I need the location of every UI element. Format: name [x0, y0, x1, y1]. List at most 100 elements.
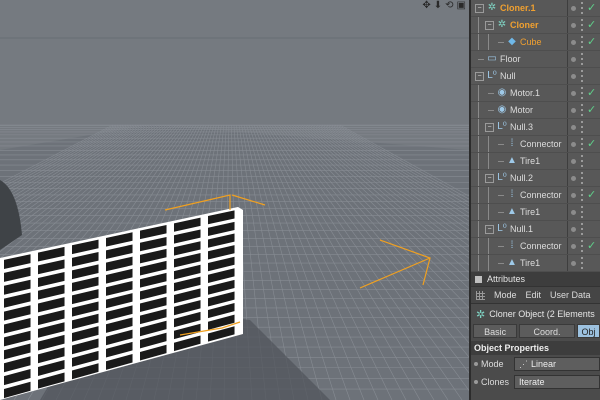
layer-dot-icon[interactable] — [571, 108, 576, 113]
tree-item[interactable]: ⁞ Connector ✓ — [471, 238, 600, 255]
rotate-icon[interactable]: ⟲ — [445, 0, 453, 12]
tree-line — [478, 119, 479, 135]
tree-item[interactable]: ▲ Tire1 — [471, 153, 600, 170]
visibility-dots-icon[interactable] — [581, 36, 583, 38]
column-separator — [567, 0, 568, 16]
tree-item[interactable]: − ✲ Cloner.1 ✓ — [471, 0, 600, 17]
linear-mode-icon: ⋰ — [519, 359, 528, 369]
tree-line — [488, 255, 489, 271]
keyframe-dot-icon[interactable] — [474, 362, 478, 366]
maximize-icon[interactable]: ▣ — [457, 0, 466, 12]
menu-edit[interactable]: Edit — [526, 290, 542, 300]
visibility-dots-icon[interactable] — [581, 70, 583, 72]
visibility-dots-icon[interactable] — [581, 53, 583, 55]
move-icon[interactable]: ✥ — [422, 0, 430, 12]
scene-canvas[interactable] — [0, 0, 469, 400]
visibility-dots-icon[interactable] — [581, 240, 583, 242]
3d-viewport[interactable]: ✥ ⬇ ⟲ ▣ — [0, 0, 469, 400]
menu-user-data[interactable]: User Data — [550, 290, 591, 300]
visibility-dots-icon[interactable] — [581, 138, 583, 140]
layer-dot-icon[interactable] — [571, 193, 576, 198]
tree-item[interactable]: ▲ Tire1 — [471, 204, 600, 221]
visibility-dots-icon[interactable] — [581, 223, 583, 225]
tree-item-label: Cloner.1 — [500, 3, 536, 13]
visibility-dots-icon[interactable] — [581, 121, 583, 123]
layer-dot-icon[interactable] — [571, 91, 576, 96]
collapse-icon[interactable]: − — [485, 21, 494, 30]
visibility-dots-icon[interactable] — [581, 104, 583, 106]
visibility-dots-icon[interactable] — [581, 2, 583, 4]
clones-dropdown[interactable]: Iterate — [514, 375, 600, 389]
layer-dot-icon[interactable] — [571, 159, 576, 164]
tree-item-label: Connector — [520, 139, 562, 149]
grid-menu-icon[interactable] — [476, 290, 485, 300]
collapse-icon[interactable]: − — [475, 72, 484, 81]
layer-dot-icon[interactable] — [571, 227, 576, 232]
layer-dot-icon[interactable] — [571, 142, 576, 147]
layer-dot-icon[interactable] — [571, 176, 576, 181]
tree-item[interactable]: ◆ Cube ✓ — [471, 34, 600, 51]
tab-coord[interactable]: Coord. — [519, 324, 575, 338]
tree-line — [478, 102, 479, 118]
enabled-check-icon[interactable]: ✓ — [587, 239, 596, 253]
attributes-panel: Attributes Mode Edit User Data ✲ Cloner … — [471, 272, 600, 400]
prop-row-mode: Mode ⋰ Linear — [471, 355, 600, 373]
collapse-icon[interactable]: − — [475, 4, 484, 13]
tree-item[interactable]: ▭ Floor — [471, 51, 600, 68]
collapse-icon[interactable]: − — [485, 225, 494, 234]
tree-line — [488, 136, 489, 152]
mode-dropdown[interactable]: ⋰ Linear — [514, 357, 600, 371]
enabled-check-icon[interactable]: ✓ — [587, 86, 596, 100]
layer-dot-icon[interactable] — [571, 125, 576, 130]
keyframe-dot-icon[interactable] — [474, 380, 478, 384]
enabled-check-icon[interactable]: ✓ — [587, 188, 596, 202]
enabled-check-icon[interactable]: ✓ — [587, 35, 596, 49]
enabled-check-icon[interactable]: ✓ — [587, 1, 596, 15]
tree-item[interactable]: − L⁰ Null.3 — [471, 119, 600, 136]
motor-icon: ◉ — [497, 104, 507, 115]
menu-mode[interactable]: Mode — [494, 290, 517, 300]
layer-dot-icon[interactable] — [571, 40, 576, 45]
tab-object[interactable]: Obj — [576, 324, 600, 338]
visibility-dots-icon[interactable] — [581, 172, 583, 174]
enabled-check-icon[interactable]: ✓ — [587, 103, 596, 117]
layer-dot-icon[interactable] — [571, 210, 576, 215]
layer-dot-icon[interactable] — [571, 23, 576, 28]
visibility-dots-icon[interactable] — [581, 19, 583, 21]
arrow-down-icon[interactable]: ⬇ — [434, 0, 442, 12]
tree-item[interactable]: − ✲ Cloner ✓ — [471, 17, 600, 34]
viewport-nav-icons: ✥ ⬇ ⟲ ▣ — [422, 0, 466, 12]
tree-item[interactable]: ⁞ Connector ✓ — [471, 136, 600, 153]
tree-item-label: Null.2 — [510, 173, 534, 183]
tree-line — [498, 161, 504, 162]
visibility-dots-icon[interactable] — [581, 189, 583, 191]
visibility-dots-icon[interactable] — [581, 155, 583, 157]
visibility-dots-icon[interactable] — [581, 87, 583, 89]
column-separator — [567, 238, 568, 254]
layer-dot-icon[interactable] — [571, 261, 576, 266]
tree-item-label: Tire1 — [520, 207, 541, 217]
tab-basic[interactable]: Basic — [473, 324, 518, 338]
tree-item[interactable]: ◉ Motor ✓ — [471, 102, 600, 119]
tree-item[interactable]: − L⁰ Null.1 — [471, 221, 600, 238]
layer-dot-icon[interactable] — [571, 244, 576, 249]
attributes-header: Attributes — [471, 272, 600, 286]
cloner-icon: ✲ — [487, 2, 497, 13]
tree-item[interactable]: ◉ Motor.1 ✓ — [471, 85, 600, 102]
visibility-dots-icon[interactable] — [581, 257, 583, 259]
tree-item[interactable]: − L⁰ Null — [471, 68, 600, 85]
tree-item-label: Cloner — [510, 20, 539, 30]
enabled-check-icon[interactable]: ✓ — [587, 18, 596, 32]
motor-icon: ◉ — [497, 87, 507, 98]
collapse-icon[interactable]: − — [485, 174, 494, 183]
layer-dot-icon[interactable] — [571, 74, 576, 79]
tree-item[interactable]: ▲ Tire1 — [471, 255, 600, 272]
layer-dot-icon[interactable] — [571, 57, 576, 62]
enabled-check-icon[interactable]: ✓ — [587, 137, 596, 151]
visibility-dots-icon[interactable] — [581, 206, 583, 208]
tree-line — [488, 204, 489, 220]
tree-item[interactable]: − L⁰ Null.2 — [471, 170, 600, 187]
tree-item[interactable]: ⁞ Connector ✓ — [471, 187, 600, 204]
collapse-icon[interactable]: − — [485, 123, 494, 132]
layer-dot-icon[interactable] — [571, 6, 576, 11]
